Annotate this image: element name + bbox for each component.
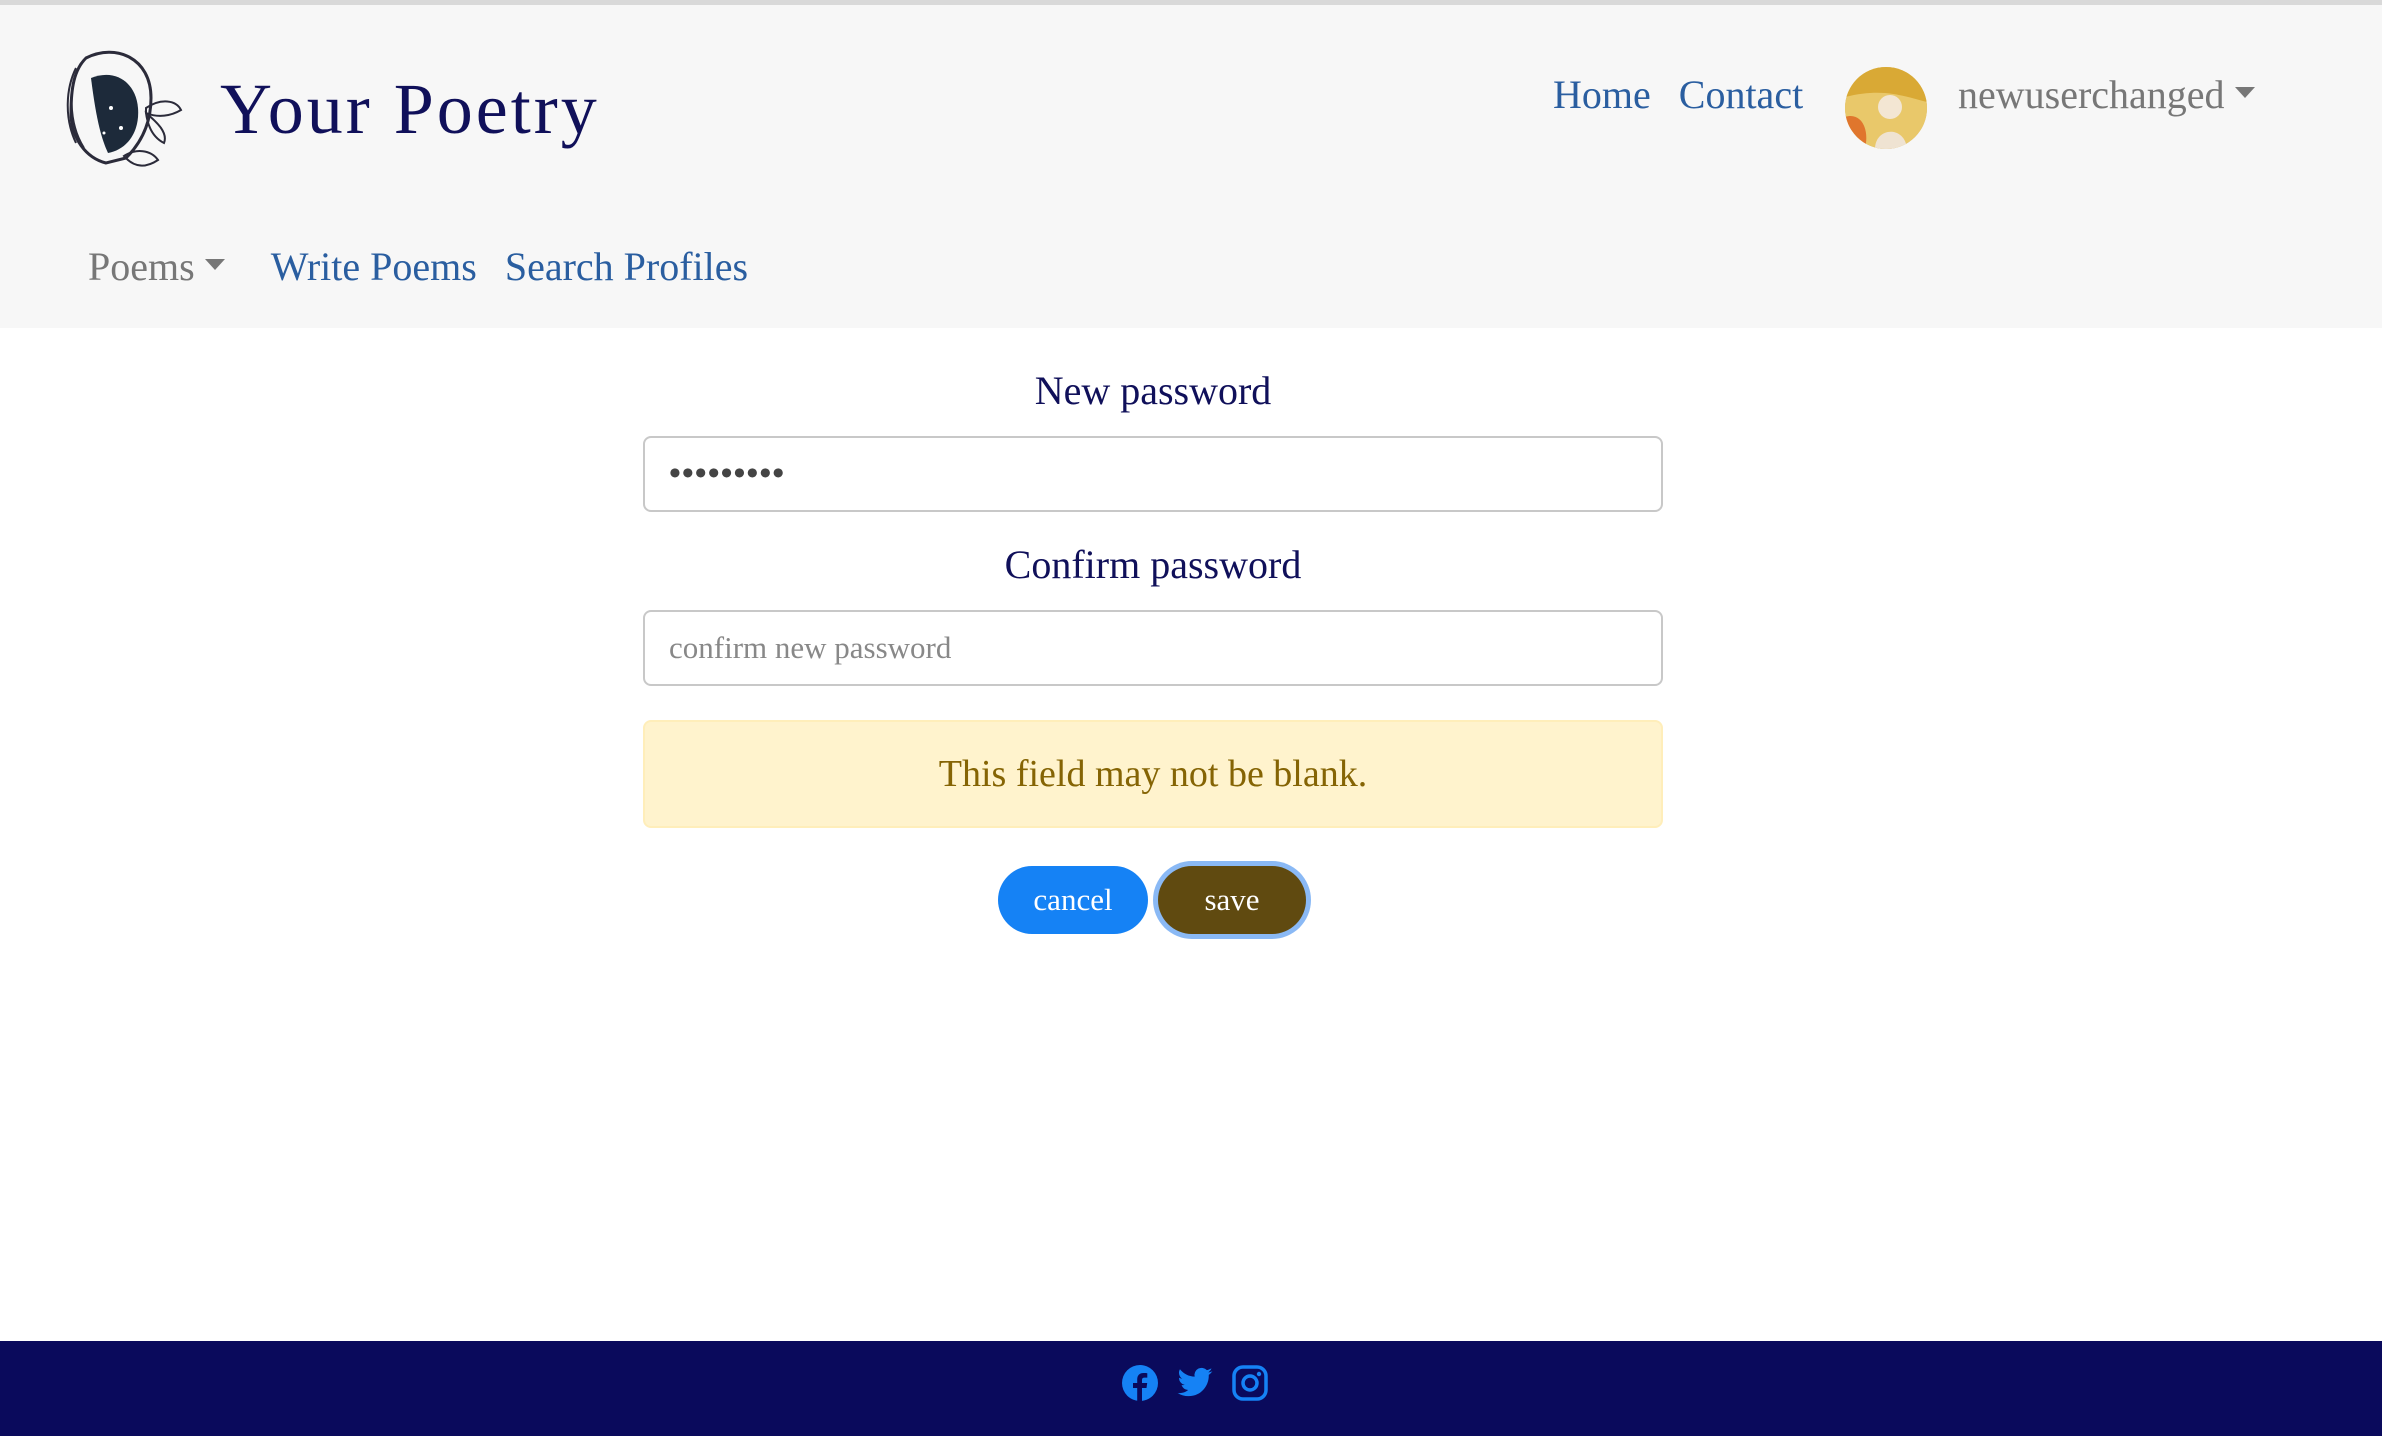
new-password-label: New password <box>1034 368 1272 413</box>
brand-logo[interactable] <box>46 38 186 178</box>
sub-nav: Poems Write Poems Search Profiles <box>88 243 776 291</box>
chevron-down-icon <box>2234 87 2255 99</box>
new-password-value: ••••••••• <box>669 455 786 492</box>
confirm-password-label: Confirm password <box>1004 542 1302 587</box>
brand-title[interactable]: Your Poetry <box>220 73 600 145</box>
confirm-password-placeholder: confirm new password <box>669 630 952 665</box>
avatar[interactable] <box>1845 67 1927 149</box>
poems-dropdown[interactable]: Poems <box>88 244 225 289</box>
chevron-down-icon <box>204 259 225 271</box>
validation-alert: This field may not be blank. <box>643 720 1663 828</box>
instagram-icon[interactable] <box>1231 1364 1269 1402</box>
facebook-icon[interactable] <box>1121 1364 1159 1402</box>
user-menu-dropdown[interactable]: newuserchanged <box>1958 71 2255 119</box>
twitter-icon[interactable] <box>1176 1364 1214 1402</box>
change-password-form: New password ••••••••• Confirm password … <box>643 362 1663 828</box>
username-label: newuserchanged <box>1958 72 2225 117</box>
nav-contact-link[interactable]: Contact <box>1679 72 1803 117</box>
top-nav-links: Home Contact <box>1553 71 1831 119</box>
social-links <box>1121 1364 1269 1402</box>
write-poems-link[interactable]: Write Poems <box>271 244 477 289</box>
poems-dropdown-label: Poems <box>88 244 195 289</box>
new-password-input[interactable]: ••••••••• <box>643 436 1663 512</box>
navbar: Your Poetry Home Contact newuserchanged P… <box>0 5 2382 328</box>
save-button[interactable]: save <box>1158 866 1306 934</box>
footer <box>0 1341 2382 1436</box>
cancel-button[interactable]: cancel <box>998 866 1148 934</box>
search-profiles-link[interactable]: Search Profiles <box>505 244 748 289</box>
confirm-password-input[interactable]: confirm new password <box>643 610 1663 686</box>
nav-home-link[interactable]: Home <box>1553 72 1651 117</box>
